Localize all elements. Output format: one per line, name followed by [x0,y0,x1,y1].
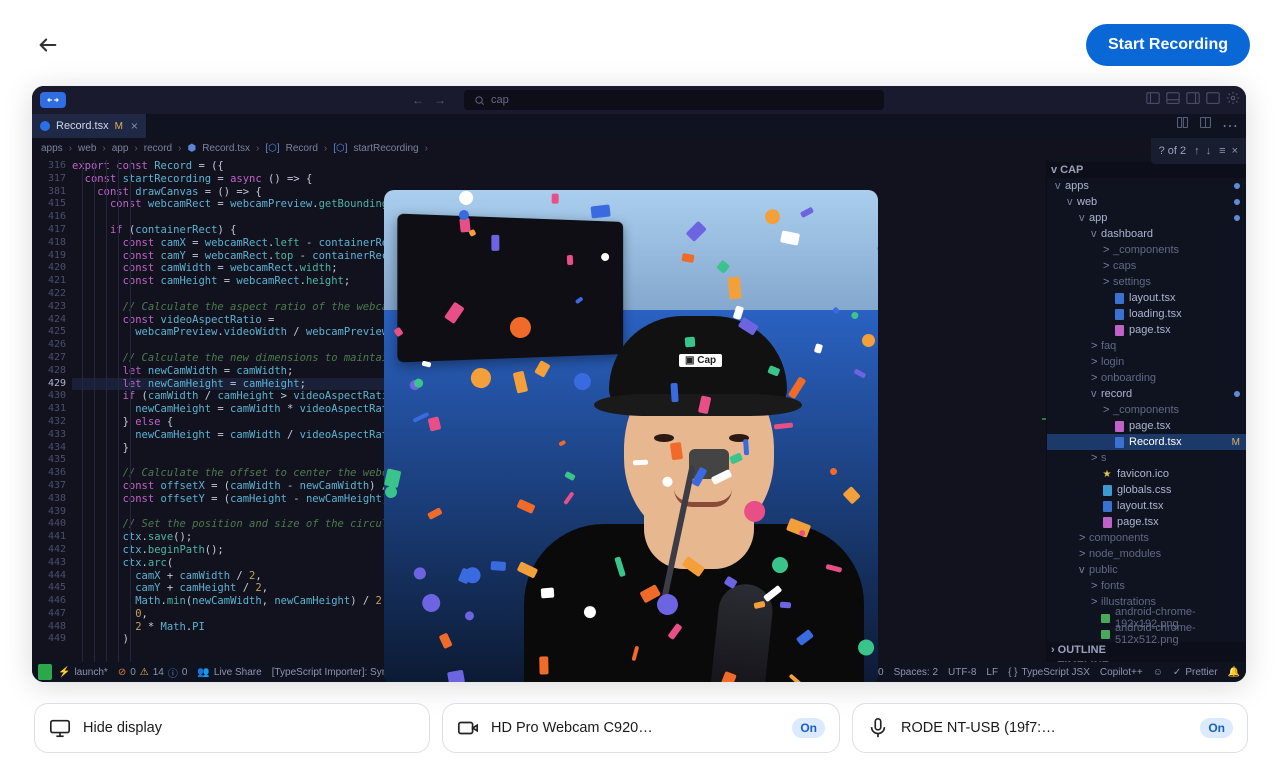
remote-status-icon[interactable] [38,664,52,680]
display-toggle[interactable]: Hide display [34,703,430,753]
back-button[interactable] [36,33,60,57]
eol-status[interactable]: LF [986,667,998,678]
find-bar[interactable]: ? of 2 ↑ ↓ ≡ × [1151,138,1246,164]
layout-toggle-icon[interactable] [1206,91,1220,110]
tree-item[interactable]: >_components [1047,242,1246,258]
editor-tabs: Record.tsx M × ⋯ [32,114,1246,138]
tree-item[interactable]: layout.tsx [1047,498,1246,514]
camera-select[interactable]: HD Pro Webcam C920… On [442,703,840,753]
feedback-icon[interactable]: ☺ [1153,667,1163,678]
lang-status[interactable]: { } TypeScript JSX [1008,667,1090,678]
tree-item[interactable]: vweb [1047,194,1246,210]
spaces-status[interactable]: Spaces: 2 [894,667,938,678]
find-filter-icon[interactable]: ≡ [1219,145,1225,157]
nav-back-icon[interactable]: ← [412,93,424,107]
copilot-status[interactable]: Copilot++ [1100,667,1143,678]
layout-left-icon[interactable] [1146,91,1160,110]
webcam-preview: ▣ Cap [384,190,878,682]
prettier-status[interactable]: ✓ Prettier [1173,667,1218,678]
layout-right-icon[interactable] [1186,91,1200,110]
tree-item[interactable]: page.tsx [1047,322,1246,338]
tree-item[interactable]: android-chrome-512x512.png [1047,626,1246,642]
modified-badge: M [115,121,123,132]
tree-item[interactable]: >onboarding [1047,370,1246,386]
find-next-icon[interactable]: ↓ [1206,145,1212,157]
tree-item[interactable]: vapps [1047,178,1246,194]
find-close-icon[interactable]: × [1232,145,1238,157]
tree-item[interactable]: >login [1047,354,1246,370]
line-gutter: 3163173814154164174184194204214224234244… [32,138,72,662]
command-search[interactable]: cap [464,90,884,110]
gear-icon[interactable] [1226,91,1240,110]
tab-label: Record.tsx [56,120,109,132]
tree-item[interactable]: >node_modules [1047,546,1246,562]
tree-item[interactable]: page.tsx [1047,418,1246,434]
tree-item-selected[interactable]: Record.tsxM [1047,434,1246,450]
tree-item[interactable]: ★favicon.ico [1047,466,1246,482]
tree-item[interactable]: >fonts [1047,578,1246,594]
breadcrumb[interactable]: apps› web› app› record› ⬢Record.tsx› [⬡]… [32,138,1246,158]
file-type-icon [40,121,50,131]
problems-status[interactable]: ⊘0 ⚠14 ⓘ0 [118,665,188,680]
tab-record-tsx[interactable]: Record.tsx M × [32,114,147,138]
tree-item[interactable]: globals.css [1047,482,1246,498]
tree-item[interactable]: page.tsx [1047,514,1246,530]
remote-indicator-icon[interactable] [40,92,66,108]
display-label: Hide display [83,720,162,736]
monitor-icon [49,717,71,739]
tree-item[interactable]: vpublic [1047,562,1246,578]
mic-label: RODE NT-USB (19f7:… [901,720,1056,736]
camera-label: HD Pro Webcam C920… [491,720,653,736]
bell-icon[interactable]: 🔔 [1228,667,1240,678]
tree-item[interactable]: vdashboard [1047,226,1246,242]
split-icon[interactable] [1199,116,1212,136]
tree-item[interactable]: >s [1047,450,1246,466]
tree-item[interactable]: >_components [1047,402,1246,418]
mic-select[interactable]: RODE NT-USB (19f7:… On [852,703,1248,753]
liveshare-status[interactable]: 👥 Live Share [197,667,261,678]
tab-close-icon[interactable]: × [131,119,138,133]
tree-item[interactable]: vrecord [1047,386,1246,402]
editor-preview: ← → cap Record.tsx M × ⋯ [32,86,1246,682]
tree-item[interactable]: >faq [1047,338,1246,354]
explorer-section[interactable]: ›TIMELINE [1047,658,1246,662]
more-icon[interactable]: ⋯ [1222,116,1238,136]
minimap[interactable] [1040,138,1046,662]
mic-on-badge: On [1200,718,1233,738]
start-recording-button[interactable]: Start Recording [1086,24,1250,66]
nav-fwd-icon[interactable]: → [434,93,446,107]
cap-logo-badge: ▣ Cap [679,354,722,367]
find-prev-icon[interactable]: ↑ [1194,145,1200,157]
editor-titlebar: ← → cap [32,86,1246,114]
tree-item[interactable]: loading.tsx [1047,306,1246,322]
mic-icon [867,717,889,739]
launch-status[interactable]: ⚡ launch* [58,667,108,678]
layout-bottom-icon[interactable] [1166,91,1180,110]
tree-item[interactable]: >caps [1047,258,1246,274]
compare-icon[interactable] [1176,116,1189,136]
find-count: ? of 2 [1159,145,1187,157]
tree-item[interactable]: >settings [1047,274,1246,290]
tree-item[interactable]: >components [1047,530,1246,546]
tree-item[interactable]: layout.tsx [1047,290,1246,306]
encoding-status[interactable]: UTF-8 [948,667,976,678]
tree-item[interactable]: vapp [1047,210,1246,226]
camera-on-badge: On [792,718,825,738]
file-explorer: vCAPvappsvwebvappvdashboard>_components>… [1046,138,1246,662]
camera-icon [457,717,479,739]
